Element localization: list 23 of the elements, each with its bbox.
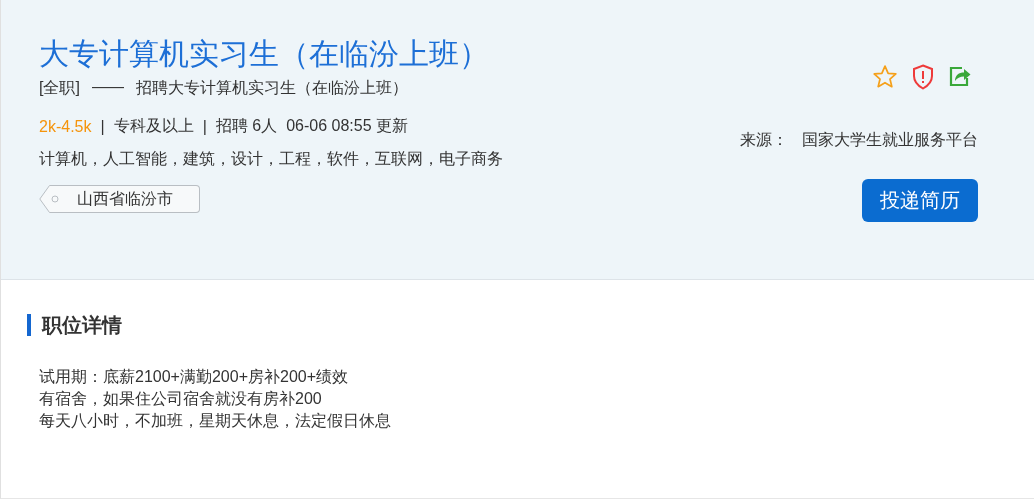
detail-line: 试用期：底薪2100+满勤200+房补200+绩效	[39, 367, 349, 387]
headcount: 招聘 6人	[215, 116, 278, 136]
separator: |	[202, 117, 207, 136]
update-time: 06-06 08:55 更新	[286, 116, 408, 136]
job-title: 大专计算机实习生（在临汾上班）	[39, 36, 490, 72]
detail-line: 有宿舍，如果住公司宿舍就没有房补200	[39, 389, 323, 409]
location-tag: 山西省临汾市	[39, 185, 200, 213]
salary: 2k-4.5k	[39, 117, 92, 136]
job-tags: 计算机，人工智能，建筑，设计，工程，软件，互联网，电子商务	[39, 149, 503, 170]
share-icon[interactable]	[948, 64, 972, 88]
dash: ——	[91, 78, 124, 97]
star-icon[interactable]	[872, 64, 898, 90]
source-name: 国家大学生就业服务平台	[802, 130, 978, 150]
section-heading: 职位详情	[27, 314, 1034, 336]
job-subtitle: 招聘大专计算机实习生（在临汾上班）	[135, 78, 408, 98]
warning-shield-icon[interactable]	[912, 64, 934, 90]
education: 专科及以上	[113, 116, 194, 136]
detail-line: 每天八小时，不加班，星期天休息，法定假日休息	[39, 411, 392, 431]
source-label: 来源：	[740, 130, 788, 150]
separator: |	[100, 117, 105, 136]
apply-button[interactable]: 投递简历	[862, 179, 978, 222]
tag-notch-icon	[39, 185, 61, 213]
employment-type: [全职]	[39, 78, 80, 98]
